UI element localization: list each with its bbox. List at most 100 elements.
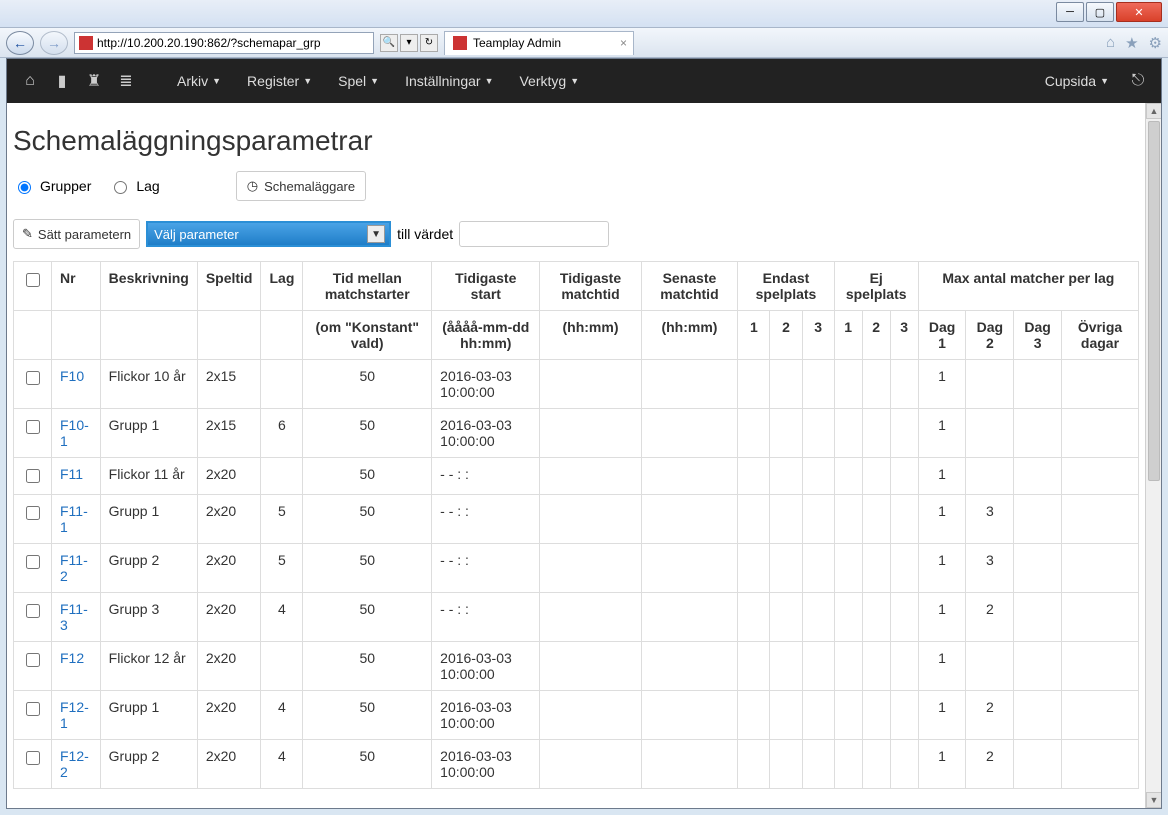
nr-link[interactable]: F11-3 (60, 601, 88, 633)
cell-ovriga (1061, 691, 1138, 740)
set-param-button[interactable]: ✎ Sätt parametern (13, 219, 140, 249)
cell-checkbox (14, 409, 52, 458)
dropdown-icon[interactable]: ▾ (400, 34, 418, 52)
refresh-icon[interactable]: ↻ (420, 34, 438, 52)
row-checkbox[interactable] (26, 420, 40, 434)
cell-checkbox (14, 593, 52, 642)
cell-dag3 (1014, 740, 1062, 789)
list-icon[interactable]: ≣ (113, 68, 139, 94)
menu-cupsida[interactable]: Cupsida▼ (1035, 67, 1119, 95)
nr-link[interactable]: F12 (60, 650, 84, 666)
nr-link[interactable]: F12-2 (60, 748, 89, 780)
nr-link[interactable]: F11-2 (60, 552, 88, 584)
nr-link[interactable]: F12-1 (60, 699, 89, 731)
menu-arkiv[interactable]: Arkiv▼ (167, 67, 231, 95)
row-checkbox[interactable] (26, 702, 40, 716)
cell-e1 (738, 544, 770, 593)
row-checkbox[interactable] (26, 371, 40, 385)
book-icon[interactable]: ▮ (49, 68, 75, 94)
th-aaaa-mm: (åååå-mm-dd hh:mm) (432, 311, 540, 360)
select-all-checkbox[interactable] (26, 273, 40, 287)
menu-verktyg[interactable]: Verktyg▼ (509, 67, 589, 95)
logout-icon[interactable]: ⎋ (1125, 68, 1151, 94)
cell-tidigaste-matchtid (540, 740, 641, 789)
cell-j1 (834, 458, 862, 495)
trophy-icon[interactable]: ♜ (81, 68, 107, 94)
cell-j1 (834, 691, 862, 740)
cell-tidigaste-matchtid (540, 593, 641, 642)
vertical-scrollbar[interactable]: ▲ ▼ (1145, 103, 1161, 808)
cell-j2 (862, 360, 890, 409)
cell-j2 (862, 593, 890, 642)
url-field[interactable]: http://10.200.20.190:862/?schemapar_grp (74, 32, 374, 54)
window-minimize-button[interactable]: ─ (1056, 2, 1084, 22)
th-dag3: Dag 3 (1014, 311, 1062, 360)
cell-dag3 (1014, 691, 1062, 740)
cell-e2 (770, 360, 802, 409)
cell-start: 2016-03-03 10:00:00 (432, 691, 540, 740)
radio-lag-input[interactable] (114, 181, 127, 194)
tab-close-icon[interactable]: × (620, 36, 627, 50)
cell-dag1: 1 (918, 691, 966, 740)
search-icon[interactable]: 🔍 (380, 34, 398, 52)
caret-icon: ▼ (212, 76, 221, 86)
row-checkbox[interactable] (26, 469, 40, 483)
row-checkbox[interactable] (26, 653, 40, 667)
value-input[interactable] (459, 221, 609, 247)
cell-speltid: 2x15 (197, 360, 261, 409)
scheduler-button[interactable]: ◷ Schemaläggare (236, 171, 366, 201)
th-hhmm-1: (hh:mm) (540, 311, 641, 360)
row-checkbox[interactable] (26, 604, 40, 618)
radio-grupper-input[interactable] (18, 181, 31, 194)
nr-link[interactable]: F11-1 (60, 503, 88, 535)
home-icon[interactable]: ⌂ (17, 68, 43, 94)
radio-grupper-label: Grupper (40, 178, 91, 194)
star-chrome-icon[interactable]: ★ (1125, 34, 1138, 52)
scroll-down-icon[interactable]: ▼ (1146, 792, 1162, 808)
cell-ovriga (1061, 544, 1138, 593)
param-select[interactable]: Välj parameter ▼ (146, 221, 391, 247)
gear-chrome-icon[interactable]: ⚙ (1149, 34, 1162, 52)
window-maximize-button[interactable]: ▢ (1086, 2, 1114, 22)
browser-tab[interactable]: Teamplay Admin × (444, 31, 634, 55)
cell-speltid: 2x20 (197, 642, 261, 691)
forward-button[interactable]: → (40, 31, 68, 55)
cell-beskrivning: Grupp 2 (100, 544, 197, 593)
th-beskrivning: Beskrivning (100, 262, 197, 311)
scroll-up-icon[interactable]: ▲ (1146, 103, 1162, 119)
cell-dag2: 2 (966, 691, 1014, 740)
cell-j3 (890, 495, 918, 544)
cell-tid: 50 (303, 642, 432, 691)
radio-lag[interactable]: Lag (109, 178, 159, 194)
cell-senaste-matchtid (641, 642, 738, 691)
cell-checkbox (14, 740, 52, 789)
cell-e2 (770, 495, 802, 544)
cell-ovriga (1061, 495, 1138, 544)
menu-register[interactable]: Register▼ (237, 67, 322, 95)
row-checkbox[interactable] (26, 555, 40, 569)
menu-installningar[interactable]: Inställningar▼ (395, 67, 503, 95)
cell-ovriga (1061, 360, 1138, 409)
home-chrome-icon[interactable]: ⌂ (1106, 34, 1115, 52)
cell-e3 (802, 544, 834, 593)
table-row: F11-2Grupp 22x20550- - : :13 (14, 544, 1139, 593)
nr-link[interactable]: F11 (60, 466, 83, 482)
cell-dag1: 1 (918, 593, 966, 642)
nr-link[interactable]: F10-1 (60, 417, 89, 449)
th-e3: 3 (802, 311, 834, 360)
set-param-label: Sätt parametern (38, 227, 131, 242)
row-checkbox[interactable] (26, 506, 40, 520)
nr-link[interactable]: F10 (60, 368, 84, 384)
radio-grupper[interactable]: Grupper (13, 178, 91, 194)
menu-spel[interactable]: Spel▼ (328, 67, 389, 95)
back-button[interactable]: ← (6, 31, 34, 55)
cell-dag3 (1014, 360, 1062, 409)
row-checkbox[interactable] (26, 751, 40, 765)
window-close-button[interactable]: ✕ (1116, 2, 1162, 22)
edit-icon: ✎ (22, 226, 33, 242)
cell-senaste-matchtid (641, 593, 738, 642)
cell-ovriga (1061, 740, 1138, 789)
scroll-thumb[interactable] (1148, 121, 1160, 481)
cell-lag (261, 642, 303, 691)
cell-nr: F10 (52, 360, 101, 409)
